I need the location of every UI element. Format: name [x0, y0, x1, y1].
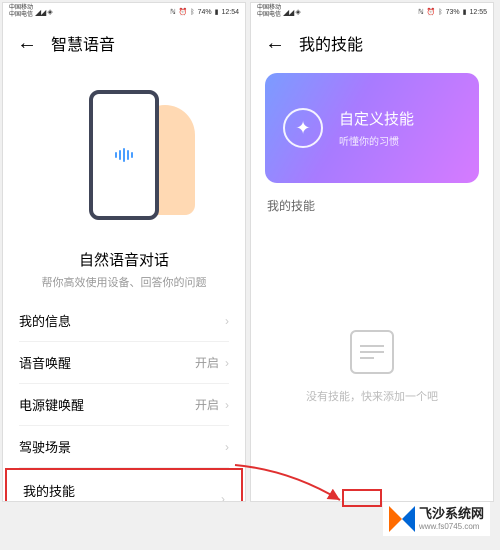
nfc-icon: ℕ [170, 8, 176, 16]
clock: 12:54 [221, 9, 239, 16]
watermark-url: www.fs0745.com [419, 522, 484, 531]
illust-title: 自然语音对话 [3, 249, 245, 270]
highlight-annotation: 我的技能 通过编排自定义语音指令来完成对应操作 › [5, 468, 243, 502]
banner-subtitle: 听懂你的习惯 [339, 133, 414, 148]
phone-illust [89, 90, 159, 220]
list-item-myinfo[interactable]: 我的信息 › [3, 300, 245, 341]
chevron-right-icon: › [225, 440, 229, 454]
banner-title: 自定义技能 [339, 108, 414, 129]
page-title: 智慧语音 [51, 31, 115, 55]
signal-icon: ◢◢ [283, 8, 293, 17]
chevron-right-icon: › [225, 398, 229, 412]
wifi-icon: ◈ [295, 8, 300, 16]
status-bar: 中国移动 中国电信 ◢◢ ◈ ℕ ⏰ ᛒ 74% ▮ 12:54 [3, 3, 245, 21]
watermark-name: 飞沙系统网 [419, 507, 484, 521]
alarm-icon: ⏰ [427, 8, 436, 16]
back-icon[interactable]: ← [265, 32, 285, 55]
page-title: 我的技能 [299, 31, 363, 55]
carrier-1: 中国移动 [9, 5, 33, 12]
carrier-2: 中国电信 [257, 12, 281, 19]
list-label: 电源键唤醒 [19, 395, 195, 414]
status-bar: 中国移动 中国电信 ◢◢ ◈ ℕ ⏰ ᛒ 73% ▮ 12:55 [251, 3, 493, 21]
sound-wave-icon [115, 148, 133, 162]
bluetooth-icon: ᛒ [438, 9, 442, 16]
list-label: 我的信息 [19, 311, 225, 330]
battery-icon: ▮ [463, 8, 467, 16]
carrier-2: 中国电信 [9, 12, 33, 19]
list-item-driving[interactable]: 驾驶场景 › [3, 426, 245, 467]
list-label: 我的技能 [23, 481, 221, 500]
battery-icon: ▮ [215, 8, 219, 16]
back-icon[interactable]: ← [17, 32, 37, 55]
signal-icon: ◢◢ [35, 8, 45, 17]
empty-text: 没有技能，快来添加一个吧 [251, 388, 493, 404]
list-value: 开启 [195, 354, 219, 371]
list-item-myskills[interactable]: 我的技能 通过编排自定义语音指令来完成对应操作 › [7, 470, 241, 502]
battery-percent: 74% [198, 9, 212, 16]
header: ← 我的技能 [251, 21, 493, 65]
custom-skill-banner[interactable]: ✦ 自定义技能 听懂你的习惯 [265, 73, 479, 183]
header: ← 智慧语音 [3, 21, 245, 65]
watermark-logo-icon [389, 506, 415, 532]
illustration [3, 65, 245, 245]
list-item-powerwake[interactable]: 电源键唤醒 开启 › [3, 384, 245, 425]
wifi-icon: ◈ [47, 8, 52, 16]
watermark: 飞沙系统网 www.fs0745.com [383, 502, 490, 536]
phone-left: 中国移动 中国电信 ◢◢ ◈ ℕ ⏰ ᛒ 74% ▮ 12:54 ← 智慧语音 [2, 2, 246, 502]
list-value: 开启 [195, 396, 219, 413]
nfc-icon: ℕ [418, 8, 424, 16]
battery-percent: 73% [446, 9, 460, 16]
empty-state: 没有技能，快来添加一个吧 [251, 330, 493, 404]
chevron-right-icon: › [225, 356, 229, 370]
illust-subtitle: 帮你高效使用设备、回答你的问题 [3, 274, 245, 290]
chevron-right-icon: › [221, 492, 225, 502]
phone-right: 中国移动 中国电信 ◢◢ ◈ ℕ ⏰ ᛒ 73% ▮ 12:55 ← 我的技能 … [250, 2, 494, 502]
alarm-icon: ⏰ [179, 8, 188, 16]
carrier-1: 中国移动 [257, 5, 281, 12]
section-label: 我的技能 [251, 191, 493, 220]
list-label: 语音唤醒 [19, 353, 195, 372]
list-item-voicewake[interactable]: 语音唤醒 开启 › [3, 342, 245, 383]
list-label: 驾驶场景 [19, 437, 225, 456]
document-icon [350, 330, 394, 374]
magic-wand-icon: ✦ [283, 108, 323, 148]
bluetooth-icon: ᛒ [190, 9, 194, 16]
highlight-annotation-small [342, 489, 382, 507]
clock: 12:55 [469, 9, 487, 16]
chevron-right-icon: › [225, 314, 229, 328]
